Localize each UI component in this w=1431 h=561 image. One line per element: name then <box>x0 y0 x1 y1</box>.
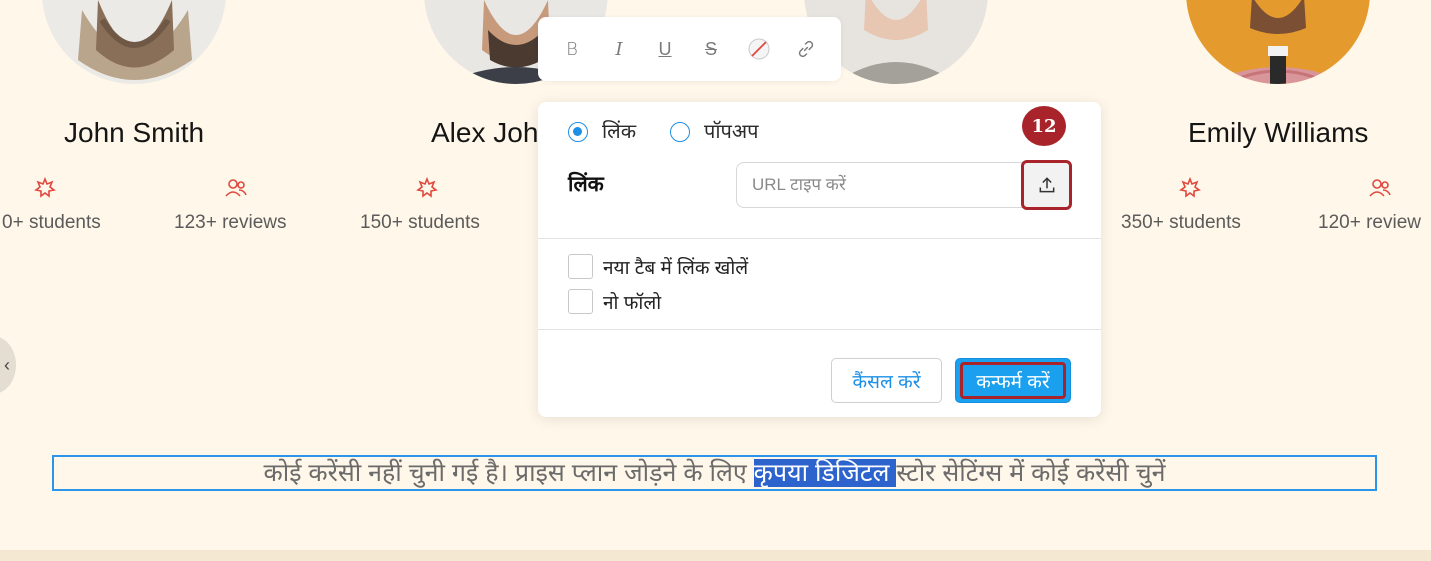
instructor-avatar-emily <box>1186 0 1370 84</box>
step-number-badge: 12 <box>1022 106 1066 146</box>
italic-button[interactable]: I <box>607 37 631 61</box>
text-format-toolbar: B I U S <box>538 17 841 81</box>
instructor-name: Alex Joh <box>431 117 539 148</box>
review-count: 120+ review <box>1318 212 1421 233</box>
notice-text-selected: कृपया डिजिटल <box>753 459 897 487</box>
divider <box>538 329 1101 330</box>
cancel-button[interactable]: कैंसल करें <box>831 358 942 403</box>
student-count: 0+ students <box>2 212 101 233</box>
link-type-radio-popup[interactable] <box>670 122 690 142</box>
carousel-prev-button[interactable]: ‹ <box>0 336 16 394</box>
underline-button[interactable]: U <box>653 37 677 61</box>
instructor-avatar-john <box>42 0 226 84</box>
review-count: 123+ reviews <box>174 212 287 233</box>
link-field-label: लिंक <box>568 173 604 196</box>
upload-icon <box>1039 177 1054 193</box>
link-settings-popup: लिंक पॉपअप लिंक नया टैब में लिंक खोलें न… <box>538 102 1101 417</box>
radio-label-link: लिंक <box>602 121 637 143</box>
instructor-name: Emily Williams <box>1188 117 1369 148</box>
instructor-name: John Smith <box>64 117 205 148</box>
open-new-tab-checkbox[interactable] <box>568 254 593 279</box>
clear-format-button[interactable] <box>747 37 771 61</box>
link-button[interactable] <box>794 37 818 61</box>
chevron-left-icon: ‹ <box>4 354 10 375</box>
students-icon <box>416 176 438 198</box>
notice-text-before: कोई करेंसी नहीं चुनी गई है। प्राइस प्लान… <box>263 459 754 487</box>
clear-color-icon <box>748 38 770 60</box>
reviews-icon <box>1369 179 1391 197</box>
no-follow-checkbox[interactable] <box>568 289 593 314</box>
section-divider <box>0 550 1431 561</box>
student-count: 350+ students <box>1121 212 1241 233</box>
students-icon <box>34 176 56 198</box>
upload-button[interactable] <box>1021 160 1072 210</box>
link-icon <box>798 40 814 58</box>
page: John Smith Alex Joh Emily Williams 0+ st… <box>0 0 1431 561</box>
student-count: 150+ students <box>360 212 480 233</box>
divider <box>538 238 1101 239</box>
open-new-tab-label: नया टैब में लिंक खोलें <box>603 258 749 279</box>
strikethrough-button[interactable]: S <box>699 37 723 61</box>
students-icon <box>1179 176 1201 198</box>
link-type-radio-link[interactable] <box>568 122 588 142</box>
confirm-button[interactable]: कन्फर्म करें <box>955 358 1071 403</box>
no-follow-label: नो फॉलो <box>603 293 662 314</box>
reviews-icon <box>225 179 247 197</box>
currency-notice-text[interactable]: कोई करेंसी नहीं चुनी गई है। प्राइस प्लान… <box>52 455 1377 491</box>
bold-button[interactable]: B <box>560 37 584 61</box>
confirm-button-label: कन्फर्म करें <box>960 362 1066 399</box>
radio-label-popup: पॉपअप <box>704 121 759 143</box>
notice-text-after: स्टोर सेटिंग्स में कोई करेंसी चुनें <box>896 459 1166 487</box>
